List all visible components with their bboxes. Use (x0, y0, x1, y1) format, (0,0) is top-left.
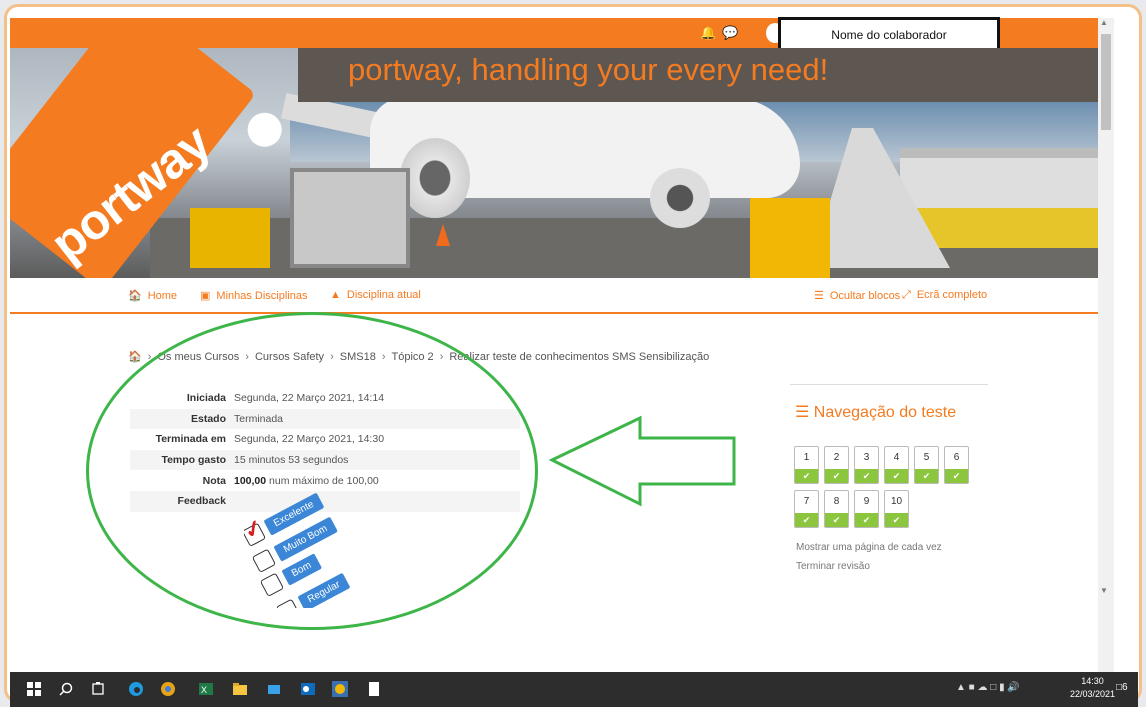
question-button[interactable]: 1 ✔ (794, 446, 819, 484)
notepad-icon[interactable] (366, 681, 382, 697)
question-button[interactable]: 6 ✔ (944, 446, 969, 484)
check-icon: ✔ (915, 469, 938, 483)
question-number: 3 (863, 452, 870, 463)
clock-date: 22/03/2021 (1070, 689, 1116, 699)
nav-my-courses[interactable]: ▣ Minhas Disciplinas (200, 289, 308, 302)
question-button[interactable]: 8 ✔ (824, 490, 849, 528)
banner-plane-engine (650, 168, 710, 228)
expand-icon: ⤢ (902, 289, 911, 301)
chat-icon[interactable]: 💬 (722, 25, 738, 41)
question-button[interactable]: 3 ✔ (854, 446, 879, 484)
tray-icons[interactable]: ▲ ■ ☁ □ ▮ 🔊 (956, 682, 1020, 693)
breadcrumb-item[interactable]: Realizar teste de conhecimentos SMS Sens… (449, 351, 709, 363)
question-number: 7 (803, 496, 810, 507)
scroll-up-icon[interactable]: ▲ (1100, 18, 1108, 27)
clock[interactable]: 14:30 22/03/2021 (1070, 675, 1115, 701)
check-icon: ✔ (945, 469, 968, 483)
edge-browser-icon[interactable] (128, 681, 144, 697)
check-icon: ✔ (825, 513, 848, 527)
show-one-page-link[interactable]: Mostrar uma página de cada vez (796, 542, 942, 553)
question-button[interactable]: 4 ✔ (884, 446, 909, 484)
clock-time: 14:30 (1081, 676, 1104, 686)
notification-icon[interactable]: □6 (1116, 682, 1128, 693)
question-number: 6 (953, 452, 960, 463)
sitemap-icon: ▲ (330, 289, 341, 301)
banner-cargo-cart (290, 168, 410, 268)
question-button[interactable]: 7 ✔ (794, 490, 819, 528)
home-icon[interactable]: 🏠 (128, 351, 142, 363)
list-icon: ☰ (814, 290, 824, 302)
block-divider (790, 384, 988, 385)
question-number: 2 (833, 452, 840, 463)
check-icon: ✔ (825, 469, 848, 483)
nav-my-courses-label: Minhas Disciplinas (216, 290, 308, 302)
nav-current-course-label: Disciplina atual (346, 289, 421, 301)
svg-text:X: X (201, 685, 207, 695)
question-number: 10 (890, 496, 903, 507)
bell-icon[interactable]: 🔔 (700, 25, 716, 41)
question-number: 8 (833, 496, 840, 507)
menu-icon[interactable]: ☰ (795, 404, 814, 421)
nav-home-label: Home (147, 290, 178, 302)
snipping-tool-icon[interactable] (332, 681, 348, 697)
file-explorer-icon[interactable] (232, 681, 248, 697)
question-number: 4 (893, 452, 900, 463)
check-icon: ✔ (795, 469, 818, 483)
question-button[interactable]: 10 ✔ (884, 490, 909, 528)
scrollbar-thumb[interactable] (1101, 34, 1111, 130)
banner-slogan: portway, handling your every need! (348, 52, 829, 87)
nav-current-course[interactable]: ▲ Disciplina atual (330, 289, 421, 301)
quiz-navigation-label: Navegação do teste (813, 404, 957, 421)
question-button[interactable]: 2 ✔ (824, 446, 849, 484)
question-button[interactable]: 5 ✔ (914, 446, 939, 484)
question-button[interactable]: 9 ✔ (854, 490, 879, 528)
notification-count: 6 (1122, 682, 1128, 693)
taskbar: X ▲ ■ ☁ □ ▮ 🔊 14:30 22/03/2021 □6 (10, 672, 1138, 707)
question-number: 9 (863, 496, 870, 507)
excel-icon[interactable]: X (198, 681, 214, 697)
main-nav: 🏠 Home ▣ Minhas Disciplinas ▲ Disciplina at… (10, 278, 1098, 314)
fullscreen-button[interactable]: ⤢ Ecrã completo (902, 289, 987, 302)
question-number: 1 (803, 452, 810, 463)
quiz-navigation-title: ☰ Navegação do teste (795, 402, 956, 422)
banner-tug (190, 208, 270, 268)
task-view-icon[interactable] (90, 681, 106, 697)
fullscreen-label: Ecrã completo (916, 289, 988, 301)
check-icon: ✔ (885, 469, 908, 483)
question-number: 5 (923, 452, 930, 463)
banner-loader (750, 198, 830, 278)
annotation-arrow (548, 415, 736, 507)
banner-plane-engine (400, 138, 470, 218)
chrome-icon[interactable] (160, 681, 176, 697)
check-icon: ✔ (855, 513, 878, 527)
hide-blocks-button[interactable]: ☰ Ocultar blocos (814, 289, 900, 302)
nav-home[interactable]: 🏠 Home (128, 289, 177, 302)
search-icon[interactable] (58, 681, 74, 697)
outlook-icon[interactable] (300, 681, 316, 697)
banner-cone (436, 224, 450, 246)
briefcase-icon: ▣ (200, 290, 211, 302)
home-icon: 🏠 (128, 290, 142, 302)
check-icon: ✔ (855, 469, 878, 483)
scroll-down-icon[interactable]: ▼ (1100, 586, 1108, 595)
check-icon: ✔ (795, 513, 818, 527)
windows-start-icon[interactable] (26, 681, 42, 697)
app-icon[interactable] (266, 681, 282, 697)
check-icon: ✔ (885, 513, 908, 527)
hide-blocks-label: Ocultar blocos (829, 290, 901, 302)
finish-review-link[interactable]: Terminar revisão (796, 561, 870, 572)
banner: portway, handling your every need! portw… (10, 48, 1098, 278)
annotation-ellipse (86, 312, 538, 630)
